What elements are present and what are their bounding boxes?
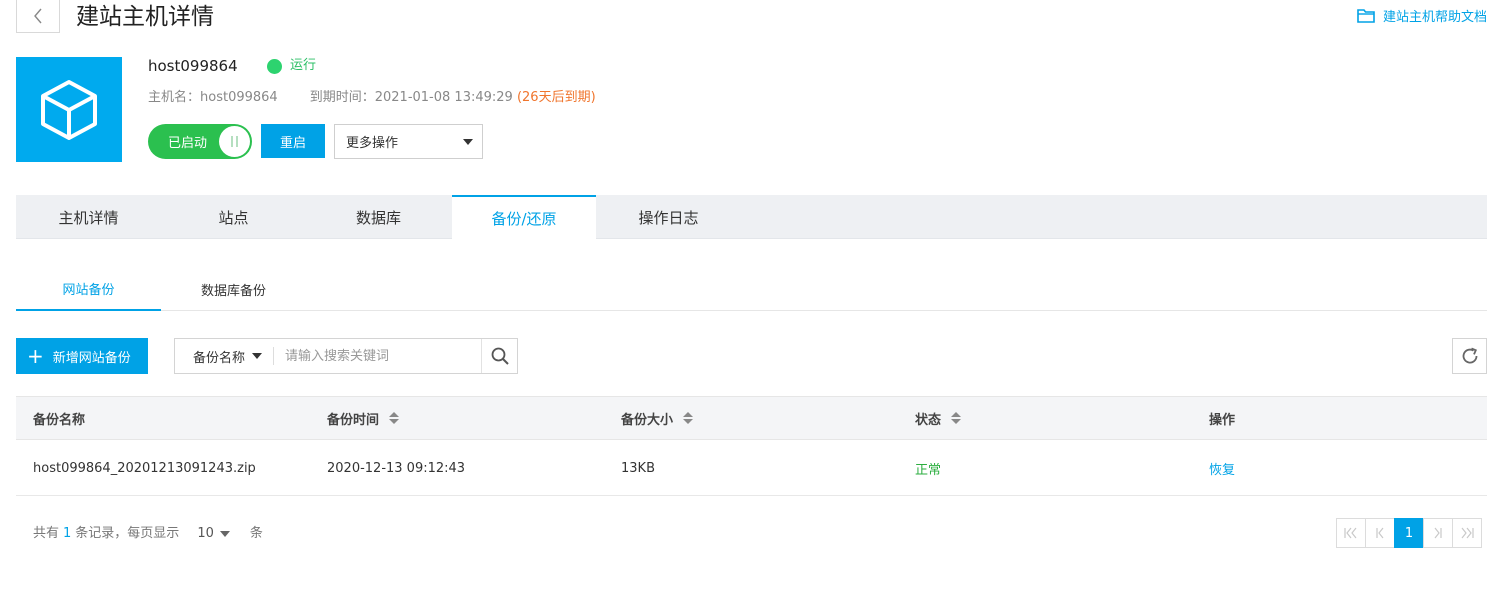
search-input[interactable] [275, 340, 479, 372]
add-site-backup-label: 新增网站备份 [52, 350, 131, 366]
search-box: 备份名称 [174, 338, 518, 374]
col-backup-time-label: 备份时间 [327, 412, 380, 428]
expire-note: (26天后到期) [516, 90, 596, 105]
subtab-database-backup[interactable]: 数据库备份 [161, 267, 306, 311]
col-actions: 操作 [1209, 412, 1236, 428]
tab-sites[interactable]: 站点 [161, 195, 306, 239]
col-backup-size-label: 备份大小 [621, 412, 674, 428]
tab-host-details[interactable]: 主机详情 [16, 195, 161, 239]
page-button-current[interactable]: 1 [1394, 518, 1424, 548]
pagination-info: 共有 1 条记录，每页显示 10 条 [33, 524, 263, 544]
pause-icon [219, 126, 250, 157]
cell-backup-size: 13KB [621, 460, 655, 476]
pager: 1 [1336, 518, 1482, 548]
col-status[interactable]: 状态 [915, 397, 962, 439]
first-page-button[interactable] [1336, 518, 1366, 548]
power-toggle[interactable]: 已启动 [148, 124, 252, 159]
table-header: 备份名称 备份时间 备份大小 状态 操作 [16, 396, 1487, 440]
page-title: 建站主机详情 [76, 4, 214, 30]
sort-icon[interactable] [951, 412, 962, 424]
more-actions-select[interactable]: 更多操作 [334, 124, 483, 159]
refresh-icon [1462, 347, 1477, 364]
power-toggle-label: 已启动 [168, 136, 208, 151]
caret-down-icon [463, 139, 473, 145]
total-count: 1 [63, 526, 72, 541]
main-tabs: 主机详情 站点 数据库 备份/还原 操作日志 [16, 195, 1487, 240]
host-name: host099864 [148, 57, 238, 75]
total-suffix: 条 [249, 526, 263, 541]
search-divider [273, 347, 274, 365]
search-type-label: 备份名称 [193, 350, 246, 366]
help-docs-link[interactable]: 建站主机帮助文档 [1357, 6, 1487, 25]
col-backup-name: 备份名称 [33, 412, 86, 428]
plus-icon: + [27, 344, 44, 368]
page-size-select[interactable]: 10 [197, 524, 230, 544]
next-page-icon [1434, 527, 1442, 539]
prev-page-icon [1376, 527, 1384, 539]
col-status-label: 状态 [915, 412, 942, 428]
refresh-button[interactable] [1452, 338, 1487, 374]
status-text: 运行 [290, 58, 317, 73]
more-actions-label: 更多操作 [346, 136, 399, 151]
status-dot-icon [267, 58, 282, 74]
chevron-left-icon [34, 8, 42, 24]
last-page-icon [1461, 527, 1474, 539]
status-badge: 运行 [267, 57, 316, 75]
next-page-button[interactable] [1423, 518, 1453, 548]
sub-tabs: 网站备份 数据库备份 [16, 267, 1487, 311]
sort-icon[interactable] [683, 412, 694, 424]
search-type-select[interactable]: 备份名称 [175, 339, 273, 373]
cell-status: 正常 [915, 462, 942, 478]
total-middle: 条记录，每页显示 [75, 526, 180, 541]
caret-down-icon [219, 531, 230, 537]
total-prefix: 共有 [33, 526, 60, 541]
caret-down-icon [252, 353, 263, 359]
table-row: host099864_20201213091243.zip 2020-12-13… [16, 440, 1487, 496]
sort-icon[interactable] [389, 412, 400, 424]
search-icon [491, 347, 509, 365]
restart-button[interactable]: 重启 [261, 124, 325, 158]
cell-backup-name: host099864_20201213091243.zip [33, 460, 256, 476]
col-backup-size[interactable]: 备份大小 [621, 397, 694, 439]
folder-icon [1357, 9, 1375, 23]
tab-operation-log[interactable]: 操作日志 [596, 195, 741, 239]
cube-icon [41, 79, 97, 140]
last-page-button[interactable] [1452, 518, 1482, 548]
add-site-backup-button[interactable]: + 新增网站备份 [16, 338, 148, 374]
first-page-icon [1344, 527, 1357, 539]
hostname-label: 主机名： [148, 90, 201, 105]
restore-link[interactable]: 恢复 [1209, 440, 1235, 496]
search-button[interactable] [481, 339, 517, 373]
backup-table: 备份名称 备份时间 备份大小 状态 操作 host099864_20201213… [16, 396, 1487, 496]
expire-time: 2021-01-08 13:49:29 [374, 90, 513, 105]
host-meta: 主机名：host099864 到期时间：2021-01-08 13:49:29 (… [148, 89, 596, 107]
back-button[interactable] [16, 0, 60, 33]
tab-databases[interactable]: 数据库 [306, 195, 451, 239]
cell-backup-time: 2020-12-13 09:12:43 [327, 460, 466, 476]
tab-backup-restore[interactable]: 备份/还原 [452, 195, 596, 240]
page-size-value: 10 [197, 526, 214, 541]
host-avatar [16, 57, 122, 162]
hostname-value: host099864 [200, 90, 278, 105]
expire-label: 到期时间： [309, 90, 375, 105]
subtab-site-backup[interactable]: 网站备份 [16, 267, 161, 311]
col-backup-time[interactable]: 备份时间 [327, 397, 400, 439]
prev-page-button[interactable] [1365, 518, 1395, 548]
help-docs-label: 建站主机帮助文档 [1382, 10, 1487, 25]
